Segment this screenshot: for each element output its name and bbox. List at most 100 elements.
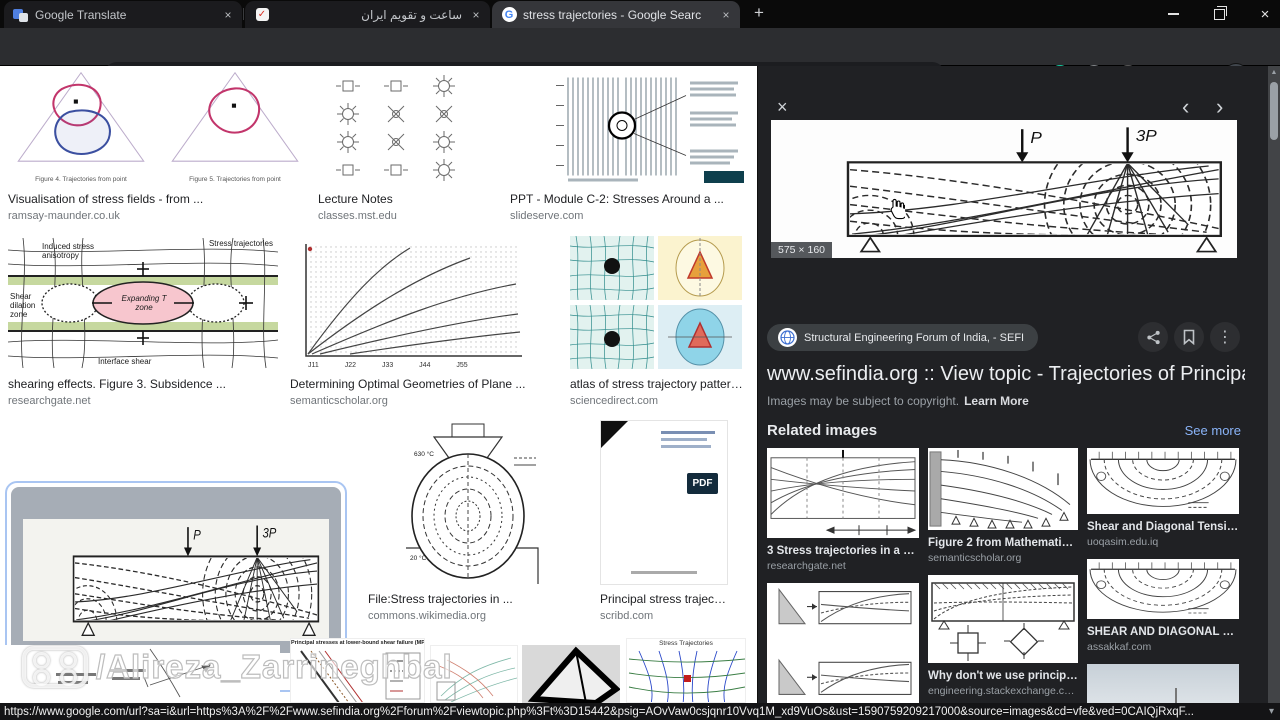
result-caption[interactable]: shearing effects. Figure 3. Subsidence .… — [8, 377, 278, 392]
result-thumbnail-selected[interactable] — [11, 487, 341, 653]
result-caption[interactable]: Principal stress trajectories ... — [600, 592, 728, 607]
result-caption[interactable]: PPT - Module C-2: Stresses Around a ... — [510, 192, 746, 207]
result-domain[interactable]: ramsay-maunder.co.uk — [8, 209, 310, 223]
restore-button[interactable] — [1198, 0, 1240, 28]
close-tab-icon[interactable]: × — [220, 8, 236, 22]
source-site-chip[interactable]: Structural Engineering Forum of India, -… — [767, 324, 1039, 351]
optimal-geometries-graph — [305, 244, 522, 357]
result-tile[interactable]: Figure 4. Trajectories from point Figure… — [8, 70, 310, 223]
related-image[interactable] — [1087, 448, 1239, 514]
google-translate-favicon — [13, 7, 29, 23]
result-caption[interactable]: Determining Optimal Geometries of Plane … — [290, 377, 528, 392]
related-caption[interactable]: SHEAR AND DIAGONAL TENSI... — [1087, 625, 1239, 639]
related-image[interactable] — [1087, 559, 1239, 619]
stress-trajectories-grid-figure — [628, 650, 745, 702]
next-image-button[interactable]: › — [1216, 94, 1223, 120]
bookmark-icon — [1183, 329, 1195, 345]
result-thumbnail[interactable] — [510, 70, 746, 185]
result-tile-partial[interactable] — [522, 645, 620, 703]
share-button[interactable] — [1138, 322, 1168, 352]
result-caption[interactable]: Visualisation of stress fields - from ..… — [8, 192, 310, 207]
result-thumbnail[interactable]: PDF — [600, 420, 728, 585]
result-thumbnail[interactable]: 630 °C 20 °C — [368, 420, 575, 585]
result-domain[interactable]: sciencedirect.com — [570, 394, 746, 408]
result-caption[interactable]: Lecture Notes — [318, 192, 472, 207]
result-tile[interactable]: 630 °C 20 °C File:Stress trajectories in… — [368, 420, 575, 623]
result-tile-partial[interactable]: Stress Trajectories — [626, 638, 746, 703]
related-domain[interactable]: researchgate.net — [767, 560, 919, 573]
image-search-results: Figure 4. Trajectories from point Figure… — [0, 66, 757, 703]
result-thumbnail[interactable] — [318, 70, 472, 185]
result-tile[interactable]: Lecture Notes classes.mst.edu — [318, 70, 472, 223]
related-domain[interactable]: semanticscholar.org — [928, 552, 1078, 565]
status-dropdown-icon: ▾ — [1268, 706, 1274, 717]
triangle-figure-b: Figure 5. Trajectories from point — [162, 70, 308, 185]
sub-caption: Figure 5. Trajectories from point — [189, 176, 281, 183]
grid-title: Stress Trajectories — [659, 640, 713, 647]
result-tile[interactable]: atlas of stress trajectory patterns ... … — [570, 236, 746, 408]
learn-more-link[interactable]: Learn More — [964, 394, 1029, 408]
tab-stress-trajectories[interactable]: G stress trajectories - Google Searc × — [492, 1, 740, 28]
result-caption[interactable]: File:Stress trajectories in ... — [368, 592, 575, 607]
result-thumbnail[interactable]: Stress Trajectories — [626, 638, 746, 703]
result-domain[interactable]: slideserve.com — [510, 209, 746, 223]
result-domain[interactable]: researchgate.net — [8, 394, 278, 408]
hand-cursor — [890, 198, 905, 220]
slide-footer-badge — [704, 171, 744, 183]
more-options-button[interactable]: ⋮ — [1210, 322, 1240, 352]
related-image[interactable] — [928, 575, 1078, 663]
close-panel-button[interactable]: × — [777, 97, 788, 118]
triangle-figure-a: Figure 4. Trajectories from point — [8, 70, 154, 185]
related-image[interactable] — [1087, 664, 1239, 703]
related-caption[interactable]: Why don't we use principal ma... — [928, 669, 1078, 683]
result-domain[interactable]: commons.wikimedia.org — [368, 609, 575, 623]
result-thumbnail[interactable]: Stress trajectories Induced stress aniso… — [8, 236, 278, 370]
stress-symbols-figure — [335, 74, 456, 182]
result-domain[interactable]: classes.mst.edu — [318, 209, 472, 223]
result-thumbnail[interactable] — [570, 236, 746, 370]
result-tile[interactable]: Stress trajectories Induced stress aniso… — [8, 236, 278, 408]
result-thumbnail[interactable]: Figure 4. Trajectories from point Figure… — [8, 70, 310, 185]
document-text-lines — [661, 431, 715, 448]
image-preview-panel: × ‹ › 575 × 160 Structural Engineering F… — [757, 66, 1268, 703]
tab-persian-calendar[interactable]: ✓ ساعت و تقویم ایران × — [245, 1, 490, 28]
related-column: Figure 2 from Mathematical an... semanti… — [928, 448, 1078, 703]
see-more-link[interactable]: See more — [1185, 423, 1241, 438]
scrollbar-thumb[interactable] — [1270, 82, 1278, 140]
related-image[interactable] — [767, 583, 919, 703]
result-tile[interactable]: PDF Principal stress trajectories ... sc… — [600, 420, 728, 623]
minimize-button[interactable] — [1152, 0, 1194, 28]
page-scrollbar[interactable]: ▲ — [1268, 66, 1280, 703]
result-page-title[interactable]: www.sefindia.org :: View topic - Traject… — [767, 362, 1245, 387]
tab-google-translate[interactable]: Google Translate × — [4, 1, 242, 28]
related-domain[interactable]: assakkaf.com — [1087, 641, 1239, 654]
previous-image-button[interactable]: ‹ — [1182, 94, 1189, 120]
result-thumbnail[interactable]: J11 J22 J33 J44 J55 — [290, 236, 528, 370]
site-globe-icon — [778, 328, 797, 347]
result-domain[interactable]: semanticscholar.org — [290, 394, 528, 408]
restore-icon — [1213, 5, 1227, 20]
close-tab-icon[interactable]: × — [718, 8, 734, 22]
close-window-button[interactable]: × — [1244, 0, 1280, 28]
beam-stress-figure — [771, 120, 1237, 258]
related-domain[interactable]: uoqasim.edu.iq — [1087, 536, 1239, 549]
related-caption[interactable]: Figure 2 from Mathematical an... — [928, 536, 1078, 550]
preview-image[interactable]: 575 × 160 — [771, 120, 1237, 258]
result-tile[interactable]: J11 J22 J33 J44 J55 Determining Optimal … — [290, 236, 528, 408]
related-caption[interactable]: Shear and Diagonal Tension in ... — [1087, 520, 1239, 534]
new-tab-button[interactable]: + — [748, 3, 770, 23]
page-fold — [601, 421, 628, 448]
result-tile[interactable]: PPT - Module C-2: Stresses Around a ... … — [510, 70, 746, 223]
related-image[interactable] — [767, 448, 919, 538]
result-thumbnail[interactable] — [522, 645, 620, 703]
result-caption[interactable]: atlas of stress trajectory patterns ... — [570, 377, 746, 392]
related-caption[interactable]: 3 Stress trajectories in a B-and ... — [767, 544, 919, 558]
close-tab-icon[interactable]: × — [468, 8, 484, 22]
result-domain[interactable]: scribd.com — [600, 609, 728, 623]
save-bookmark-button[interactable] — [1174, 322, 1204, 352]
related-domain[interactable]: engineering.stackexchange.com — [928, 685, 1078, 698]
related-image[interactable] — [928, 448, 1078, 530]
scroll-up-arrow[interactable]: ▲ — [1268, 66, 1280, 80]
pdf-badge: PDF — [687, 473, 718, 494]
figure-label: Shear dilation zone — [10, 292, 36, 319]
